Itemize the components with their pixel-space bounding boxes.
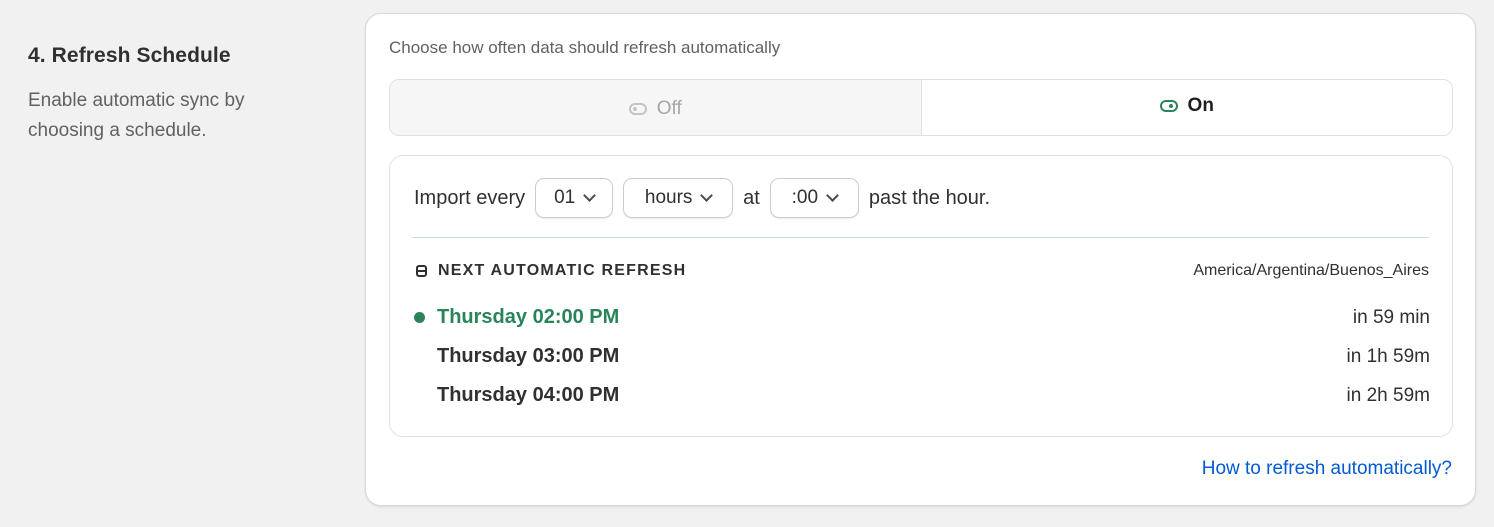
toggle-on-label: On xyxy=(1187,94,1214,116)
refresh-time: Thursday 02:00 PM xyxy=(437,306,620,328)
interval-select[interactable]: 01 xyxy=(535,178,614,218)
chevron-down-icon xyxy=(826,189,839,202)
import-prefix: Import every xyxy=(414,186,526,209)
schedule-prompt: Choose how often data should refresh aut… xyxy=(389,38,781,57)
minute-select[interactable]: :00 xyxy=(769,178,859,218)
refresh-time: Thursday 03:00 PM xyxy=(437,345,620,367)
next-refresh-list: Thursday 02:00 PM in 59 min Thursday 03:… xyxy=(414,298,1430,415)
section-info: 4. Refresh Schedule Enable automatic syn… xyxy=(28,44,328,146)
list-item: Thursday 04:00 PM in 2h 59m xyxy=(414,376,1430,415)
refresh-relative: in 59 min xyxy=(1352,306,1430,328)
next-refresh-title: NEXT AUTOMATIC REFRESH xyxy=(438,262,687,279)
list-item: Thursday 03:00 PM in 1h 59m xyxy=(414,337,1430,376)
refresh-relative: in 1h 59m xyxy=(1346,345,1430,367)
toggle-on-icon xyxy=(1159,99,1178,112)
refresh-time: Thursday 04:00 PM xyxy=(437,384,620,406)
toggle-off-icon xyxy=(628,102,647,115)
toggle-off-option[interactable]: Off xyxy=(390,80,922,135)
next-refresh-header: NEXT AUTOMATIC REFRESH xyxy=(416,262,686,280)
help-link[interactable]: How to refresh automatically? xyxy=(1202,458,1452,480)
calendar-icon xyxy=(416,265,427,277)
refresh-relative: in 2h 59m xyxy=(1346,384,1430,406)
chevron-down-icon xyxy=(700,189,714,202)
divider xyxy=(413,237,1429,238)
section-title: 4. Refresh Schedule xyxy=(28,44,231,67)
unit-select[interactable]: hours xyxy=(623,178,734,218)
schedule-panel: Import every 01 hours at :00 past the ho… xyxy=(389,155,1453,437)
list-item: Thursday 02:00 PM in 59 min xyxy=(414,298,1430,337)
interval-value: 01 xyxy=(554,187,576,208)
unit-value: hours xyxy=(644,187,693,208)
at-label: at xyxy=(743,186,760,209)
import-frequency-row: Import every 01 hours at :00 past the ho… xyxy=(414,178,990,218)
section-description: Enable automatic sync by choosing a sche… xyxy=(28,90,245,141)
chevron-down-icon xyxy=(583,189,597,202)
minute-value: :00 xyxy=(791,187,819,208)
status-dot-icon xyxy=(414,312,425,323)
import-suffix: past the hour. xyxy=(868,186,991,209)
refresh-schedule-card: Choose how often data should refresh aut… xyxy=(365,13,1476,506)
toggle-on-option[interactable]: On xyxy=(921,80,1452,135)
timezone-label: America/Argentina/Buenos_Aires xyxy=(1193,262,1429,279)
refresh-toggle: Off On xyxy=(389,79,1453,136)
toggle-off-label: Off xyxy=(656,97,682,119)
